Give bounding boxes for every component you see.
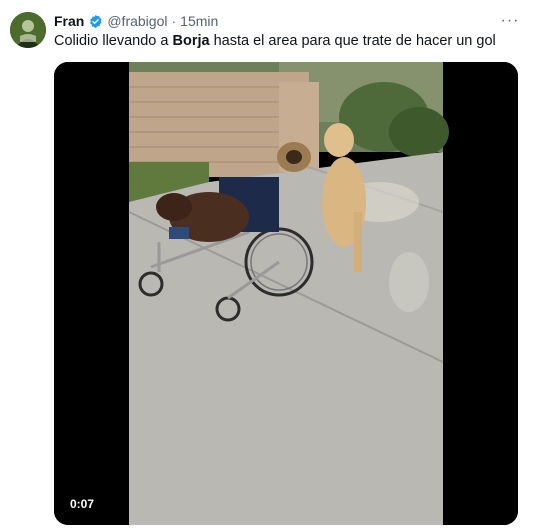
tweet-header: Fran @frabigol · 15min [54, 12, 218, 30]
tweet-text-mention: Borja [172, 33, 210, 49]
tweet-text-part: hasta el area para que trate de hacer un… [209, 33, 496, 49]
author-handle[interactable]: @frabigol [107, 13, 167, 29]
tweet[interactable]: Fran @frabigol · 15min ··· Colidio lleva… [0, 0, 535, 532]
verified-badge-icon [88, 14, 103, 29]
video-duration: 0:07 [70, 497, 95, 511]
separator: · [171, 13, 177, 29]
video-player[interactable]: 0:07 [54, 62, 518, 525]
tweet-text: Colidio llevando a Borja hasta el area p… [54, 32, 496, 50]
author-name[interactable]: Fran [54, 13, 84, 29]
video-frame [54, 62, 518, 525]
tweet-text-part: Colidio llevando a [54, 33, 173, 49]
more-options-icon[interactable]: ··· [499, 10, 521, 32]
timestamp[interactable]: 15min [180, 13, 218, 29]
avatar[interactable] [10, 12, 46, 48]
